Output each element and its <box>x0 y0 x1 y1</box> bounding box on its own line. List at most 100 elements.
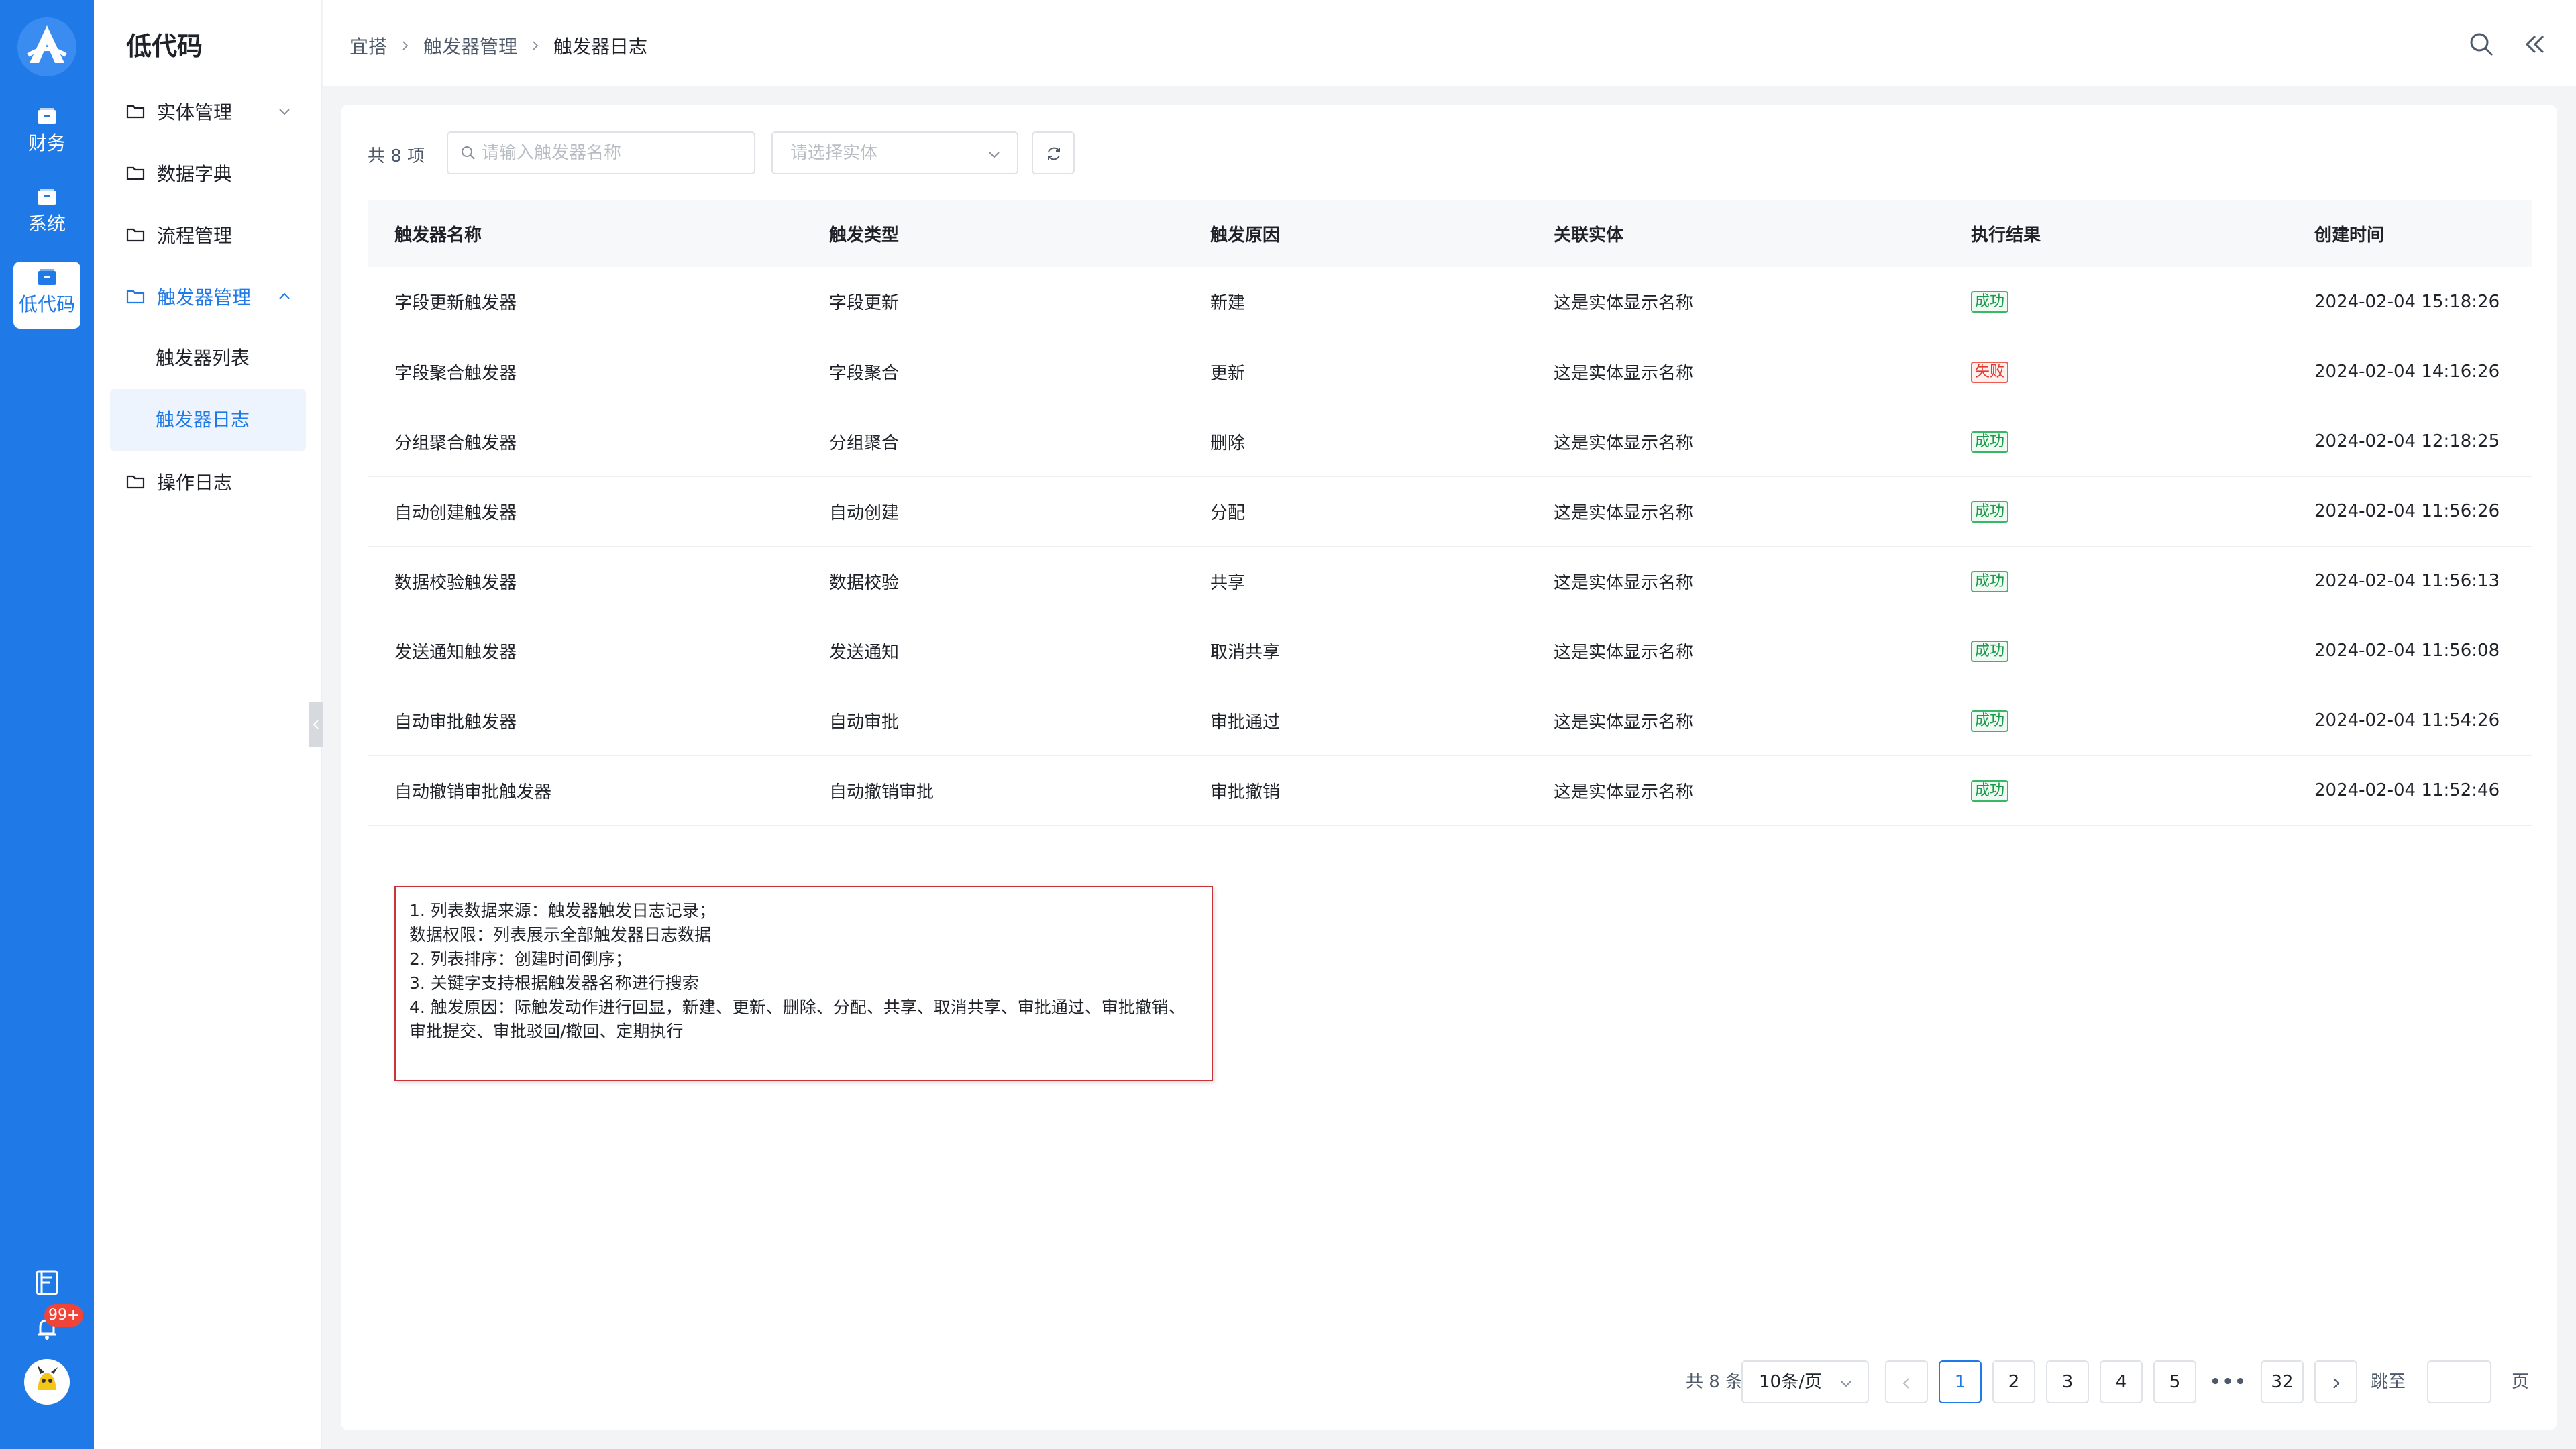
page-button-5[interactable]: 5 <box>2153 1360 2196 1403</box>
entity-select-placeholder: 请选择实体 <box>790 143 878 163</box>
trigger-name-cell: 自动创建触发器 <box>368 476 802 547</box>
avatar[interactable] <box>24 1359 70 1405</box>
wallet-icon <box>38 269 56 285</box>
trigger-name-cell: 自动撤销审批触发器 <box>368 755 802 826</box>
more-pages-ellipsis[interactable]: ••• <box>2207 1360 2250 1403</box>
breadcrumb-item[interactable]: 宜搭 <box>350 32 387 59</box>
rail-item-label: 系统 <box>28 213 66 235</box>
page-size-select[interactable]: 10条/页 <box>1741 1360 1869 1403</box>
created-time-cell: 2024-02-04 11:56:13 <box>2288 546 2532 616</box>
rail-item-lowcode[interactable]: 低代码 <box>13 262 80 329</box>
created-time-cell: 2024-02-04 11:52:46 <box>2288 755 2532 826</box>
nav-subitem-trigger-list[interactable]: 触发器列表 <box>110 327 306 389</box>
page-button-1[interactable]: 1 <box>1939 1360 1982 1403</box>
chevron-right-icon <box>402 41 409 50</box>
search-icon <box>462 146 475 160</box>
chevron-up-icon <box>279 292 290 299</box>
nav-item-data-dictionary[interactable]: 数据字典 <box>110 142 306 204</box>
trigger-name-search-input[interactable] <box>482 143 737 163</box>
entity-cell: 这是实体显示名称 <box>1527 337 1944 407</box>
breadcrumb-item[interactable]: 触发器管理 <box>423 32 517 59</box>
entity-select[interactable]: 请选择实体 <box>771 131 1018 174</box>
rail-item-system[interactable]: 系统 <box>13 181 80 248</box>
search-icon[interactable] <box>2468 31 2495 58</box>
next-page-button[interactable] <box>2314 1360 2357 1403</box>
trigger-name-cell: 分组聚合触发器 <box>368 407 802 477</box>
table-row[interactable]: 自动审批触发器 自动审批 审批通过 这是实体显示名称 成功 2024-02-04 11:5… <box>368 686 2532 756</box>
trigger-type-cell: 分组聚合 <box>802 407 1183 477</box>
status-badge: 成功 <box>1971 640 2009 662</box>
docs-icon[interactable] <box>34 1269 60 1296</box>
nav-item-label: 操作日志 <box>157 472 233 494</box>
trigger-reason-cell: 审批通过 <box>1183 686 1527 756</box>
pagination-total: 共 8 条 <box>1686 1372 1743 1392</box>
refresh-icon <box>1048 147 1060 160</box>
column-header: 关联实体 <box>1527 200 1944 267</box>
app-logo-icon[interactable] <box>16 16 78 78</box>
table-row[interactable]: 自动创建触发器 自动创建 分配 这是实体显示名称 成功 2024-02-04 11:56:… <box>368 476 2532 547</box>
trigger-reason-cell: 取消共享 <box>1183 616 1527 686</box>
nav-item-trigger-management[interactable]: 触发器管理 <box>110 266 306 327</box>
trigger-reason-cell: 新建 <box>1183 267 1527 337</box>
created-time-cell: 2024-02-04 14:16:26 <box>2288 337 2532 407</box>
jump-page-input[interactable] <box>2427 1360 2491 1403</box>
table-header-row: 触发器名称 触发类型 触发原因 关联实体 执行结果 创建时间 <box>368 200 2532 267</box>
trigger-reason-cell: 共享 <box>1183 546 1527 616</box>
search-box <box>447 131 755 174</box>
collapse-double-chevron-icon[interactable] <box>2522 31 2548 58</box>
table-row[interactable]: 分组聚合触发器 分组聚合 删除 这是实体显示名称 成功 2024-02-04 12:18:… <box>368 407 2532 477</box>
page-button-2[interactable]: 2 <box>1992 1360 2035 1403</box>
prev-page-button[interactable] <box>1885 1360 1928 1403</box>
column-header: 触发类型 <box>802 200 1183 267</box>
table-row[interactable]: 自动撤销审批触发器 自动撤销审批 审批撤销 这是实体显示名称 成功 2024-02-04 … <box>368 755 2532 826</box>
table-row[interactable]: 字段更新触发器 字段更新 新建 这是实体显示名称 成功 2024-02-04 15:18:… <box>368 267 2532 337</box>
page-suffix-label: 页 <box>2512 1372 2530 1392</box>
trigger-type-cell: 字段聚合 <box>802 337 1183 407</box>
trigger-reason-cell: 分配 <box>1183 476 1527 547</box>
trigger-reason-cell: 审批撤销 <box>1183 755 1527 826</box>
nav-item-label: 数据字典 <box>157 163 233 185</box>
nav-item-entity-management[interactable]: 实体管理 <box>110 80 306 142</box>
secondary-nav: 低代码 实体管理 数据字典 流程管理 触发器管理 触发器列表 触发器日志 操作日… <box>94 0 322 1449</box>
app-rail: 财务 系统 低代码 99+ <box>0 0 94 1449</box>
page-size-value: 10条/页 <box>1759 1372 1822 1392</box>
page-button-last[interactable]: 32 <box>2261 1360 2304 1403</box>
refresh-button[interactable] <box>1032 131 1075 174</box>
nav-subitem-trigger-log[interactable]: 触发器日志 <box>110 389 306 451</box>
rail-item-finance[interactable]: 财务 <box>13 101 80 168</box>
nav-item-operation-log[interactable]: 操作日志 <box>110 451 306 513</box>
table-body: 字段更新触发器 字段更新 新建 这是实体显示名称 成功 2024-02-04 15:18:… <box>368 267 2532 826</box>
content-card: 共 8 项 请选择实体 触发器名称 触发类型 触发原因 关联实体 执行结果 创建… <box>341 105 2557 1430</box>
folder-icon <box>126 105 145 119</box>
result-cell: 成功 <box>1944 267 2288 337</box>
table-row[interactable]: 字段聚合触发器 字段聚合 更新 这是实体显示名称 失败 2024-02-04 14:16:… <box>368 337 2532 407</box>
page-button-3[interactable]: 3 <box>2046 1360 2089 1403</box>
created-time-cell: 2024-02-04 11:56:26 <box>2288 476 2532 547</box>
chevron-down-icon <box>989 152 1000 158</box>
trigger-type-cell: 自动创建 <box>802 476 1183 547</box>
result-cell: 成功 <box>1944 546 2288 616</box>
table-row[interactable]: 数据校验触发器 数据校验 共享 这是实体显示名称 成功 2024-02-04 11:56:… <box>368 546 2532 616</box>
entity-cell: 这是实体显示名称 <box>1527 267 1944 337</box>
nav-collapse-handle[interactable] <box>309 702 323 747</box>
nav-title: 低代码 <box>126 32 203 61</box>
trigger-reason-cell: 删除 <box>1183 407 1527 477</box>
table-row[interactable]: 发送通知触发器 发送通知 取消共享 这是实体显示名称 成功 2024-02-04 11:5… <box>368 616 2532 686</box>
trigger-name-cell: 发送通知触发器 <box>368 616 802 686</box>
breadcrumb-current: 触发器日志 <box>553 36 648 58</box>
trigger-name-cell: 自动审批触发器 <box>368 686 802 756</box>
chevron-right-icon <box>2333 1378 2340 1389</box>
folder-icon <box>126 166 145 180</box>
entity-cell: 这是实体显示名称 <box>1527 616 1944 686</box>
trigger-type-cell: 数据校验 <box>802 546 1183 616</box>
folder-icon <box>126 290 145 304</box>
notification-badge: 99+ <box>44 1304 84 1327</box>
chevron-left-icon <box>313 720 319 729</box>
jump-to-label: 跳至 <box>2371 1372 2406 1392</box>
page-button-4[interactable]: 4 <box>2100 1360 2143 1403</box>
status-badge: 成功 <box>1971 500 2009 523</box>
status-badge: 成功 <box>1971 291 2009 313</box>
trigger-type-cell: 发送通知 <box>802 616 1183 686</box>
result-cell: 成功 <box>1944 755 2288 826</box>
nav-item-process-management[interactable]: 流程管理 <box>110 204 306 266</box>
